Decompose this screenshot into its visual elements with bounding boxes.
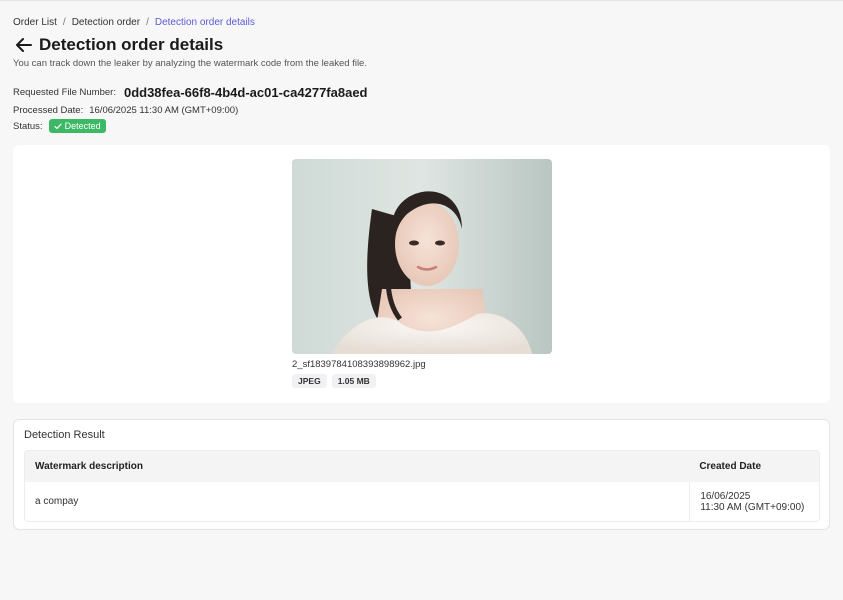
detection-result-table: Watermark description Created Date a com…	[24, 450, 820, 522]
file-type-tag: JPEG	[292, 374, 327, 388]
status-label: Status:	[13, 120, 43, 132]
breadcrumb-separator: /	[146, 17, 149, 28]
breadcrumb-current: Detection order details	[154, 17, 255, 28]
created-date-line2: 11:30 AM (GMT+09:00)	[700, 501, 805, 513]
created-date-line1: 16/06/2025	[700, 490, 751, 502]
top-divider	[0, 0, 843, 1]
processed-date: Processed Date: 16/06/2025 11:30 AM (GMT…	[13, 105, 238, 116]
file-size-tag: 1.05 MB	[331, 374, 376, 388]
portrait-photo	[292, 159, 552, 354]
title-row: Detection order details	[13, 34, 223, 56]
status-badge: Detected	[48, 119, 106, 133]
breadcrumb: Order List / Detection order / Detection…	[13, 17, 255, 28]
processed-date-label: Processed Date:	[13, 105, 84, 116]
column-header-created-date: Created Date	[699, 461, 762, 472]
back-button[interactable]	[13, 34, 35, 56]
table-header: Watermark description Created Date	[25, 451, 819, 482]
requested-file-number-label: Requested File Number:	[13, 87, 116, 98]
breadcrumb-separator: /	[62, 17, 66, 28]
page-subtitle: You can track down the leaker by analyzi…	[13, 58, 367, 69]
arrow-left-icon	[16, 38, 32, 52]
check-icon	[53, 122, 62, 129]
page: Order List / Detection order / Detection…	[0, 0, 843, 600]
breadcrumb-order-list[interactable]: Order List	[13, 17, 57, 28]
watermark-description-cell: a compay	[35, 496, 79, 507]
file-name: 2_sf1839784108393898962.jpg	[292, 359, 426, 370]
file-preview-image[interactable]	[292, 159, 552, 354]
detection-result-card: Detection Result Watermark description C…	[13, 419, 830, 530]
created-date-cell: 16/06/2025 11:30 AM (GMT+09:00)	[689, 482, 819, 521]
processed-date-value: 16/06/2025 11:30 AM (GMT+09:00)	[89, 105, 239, 116]
detection-result-title: Detection Result	[24, 429, 105, 441]
status: Status: Detected	[13, 119, 106, 133]
status-badge-text: Detected	[64, 121, 101, 131]
column-header-watermark-description: Watermark description	[35, 461, 143, 472]
file-preview-card: 2_sf1839784108393898962.jpg JPEG 1.05 MB	[13, 145, 830, 403]
file-tags: JPEG 1.05 MB	[292, 374, 376, 388]
page-title: Detection order details	[39, 35, 224, 54]
requested-file-number-value: 0dd38fea-66f8-4b4d-ac01-ca4277fa8aed	[123, 85, 368, 100]
table-row: a compay 16/06/2025 11:30 AM (GMT+09:00)	[25, 482, 819, 521]
breadcrumb-detection-order[interactable]: Detection order	[72, 17, 140, 28]
requested-file-number: Requested File Number: 0dd38fea-66f8-4b4…	[13, 85, 368, 100]
